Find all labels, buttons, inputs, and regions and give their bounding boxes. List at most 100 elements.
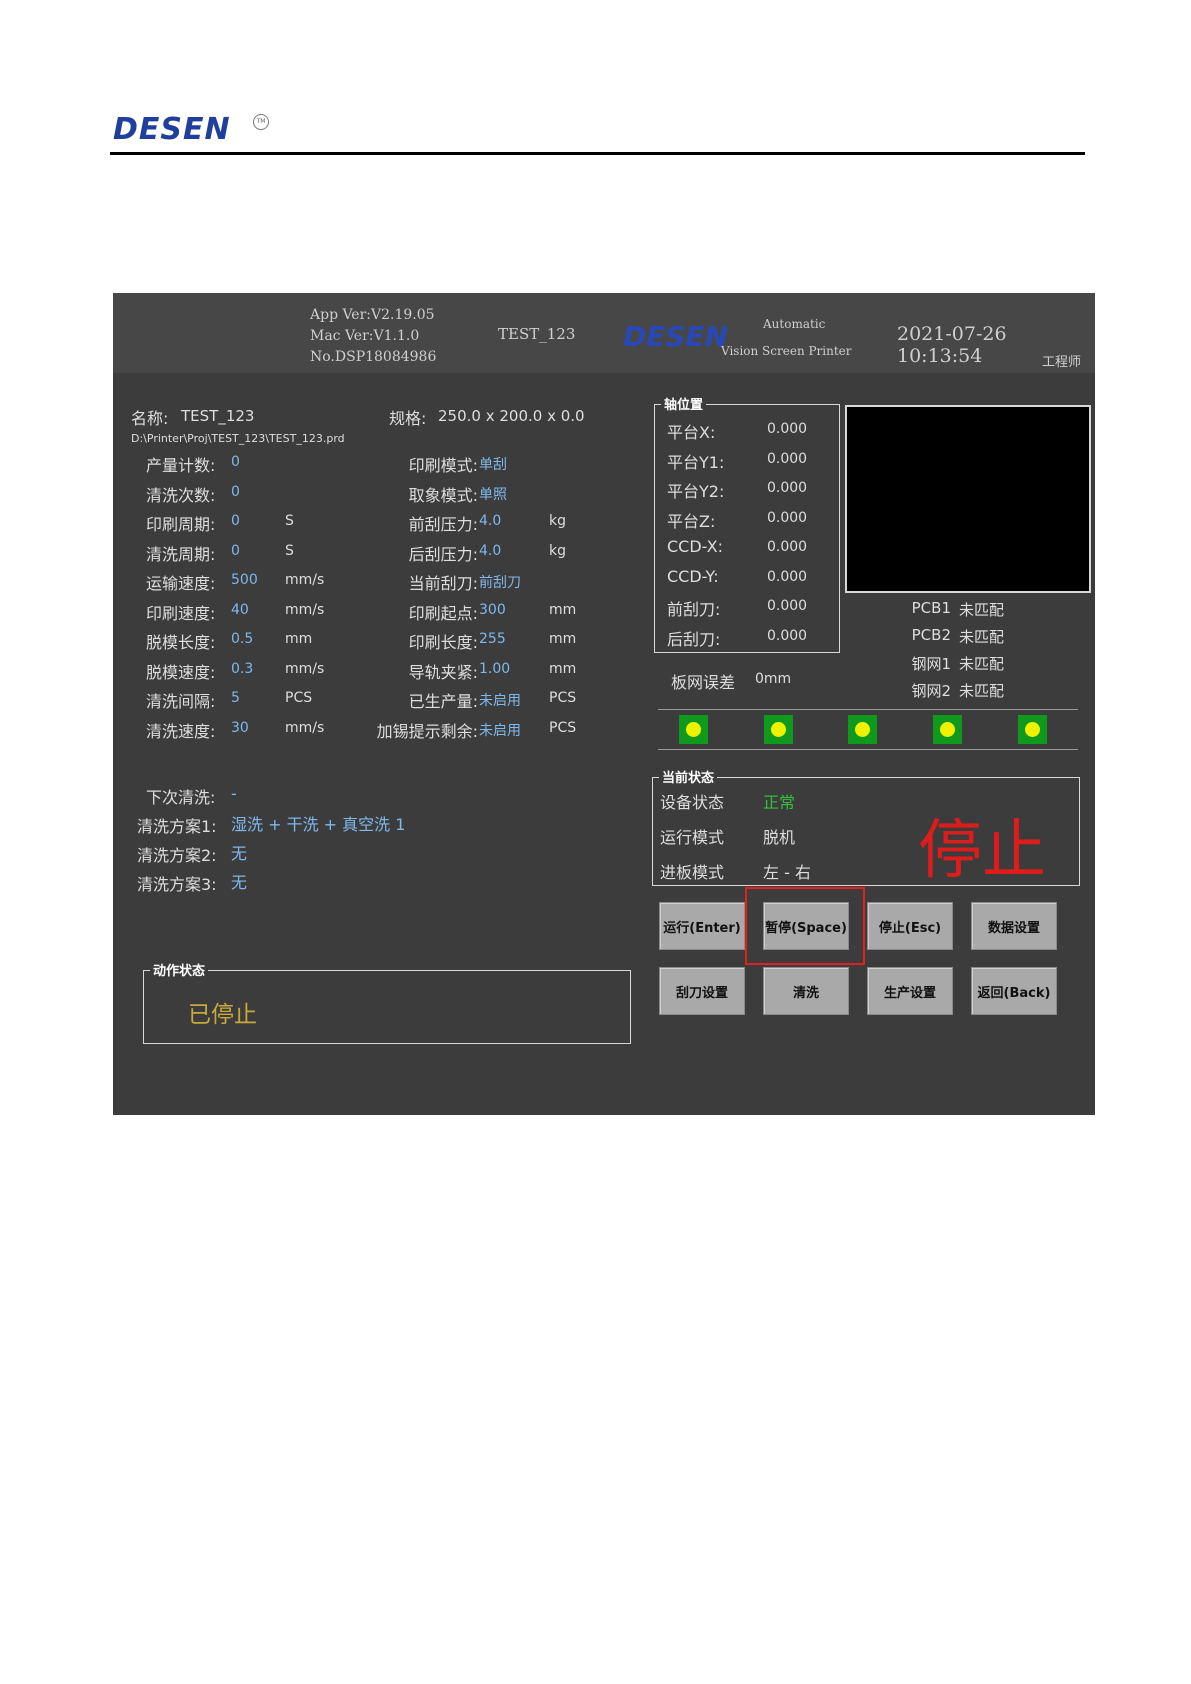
param-right-value: 单刮 (479, 457, 507, 473)
param-right-label: 印刷起点: (408, 603, 478, 623)
param-right-unit: kg (549, 542, 566, 559)
param-right-unit: PCS (549, 690, 577, 706)
data-settings-button[interactable]: 数据设置 (971, 902, 1057, 950)
device-status-label: 设备状态 (660, 793, 725, 812)
axis-value: 0.000 (767, 480, 808, 496)
action-status-value: 已停止 (188, 1002, 257, 1028)
axis-label: 后刮刀: (667, 629, 721, 649)
production-settings-button[interactable]: 生产设置 (867, 967, 953, 1015)
clean-plan-1-value: 湿洗 + 干洗 + 真空洗 1 (231, 815, 406, 834)
param-right-label: 后刮压力: (408, 544, 478, 564)
param-right-value: 前刮刀 (479, 575, 521, 591)
param-left-label: 脱模长度: (146, 633, 216, 652)
match-label: 钢网1 (911, 655, 951, 673)
match-value: 未匹配 (959, 628, 1005, 646)
param-right-value: 单照 (479, 486, 507, 503)
run-button[interactable]: 运行(Enter) (659, 902, 745, 950)
param-left-label: 印刷速度: (146, 603, 216, 623)
machine-state-indicator: 停止 (918, 814, 1046, 888)
param-right-unit: mm (549, 631, 577, 647)
param-left-value: 0 (231, 483, 240, 500)
axis-value: 0.000 (767, 598, 808, 614)
param-left-value: 0 (231, 513, 240, 529)
pause-button-highlight (745, 887, 865, 965)
param-right-value: 4.0 (479, 542, 502, 559)
product-line-2: Vision Screen Printer (721, 344, 852, 358)
param-left-label: 清洗周期: (146, 544, 216, 564)
axis-value: 0.000 (767, 627, 808, 644)
param-left-unit: S (285, 542, 294, 559)
match-value: 未匹配 (959, 682, 1005, 700)
clean-plan-2-value: 无 (231, 844, 248, 863)
device-status-value: 正常 (763, 793, 796, 812)
indicator-led-2 (764, 715, 793, 744)
param-right-unit: mm (549, 601, 577, 618)
param-left-unit: mm (285, 631, 313, 647)
param-left-label: 清洗间隔: (146, 692, 216, 711)
board-error-label: 板网误差 (671, 673, 736, 692)
axis-label: 平台Z: (667, 511, 716, 531)
axis-label: 平台X: (667, 423, 716, 442)
param-right-unit: mm (549, 660, 577, 677)
back-button[interactable]: 返回(Back) (971, 967, 1057, 1015)
param-right-unit: PCS (549, 719, 577, 736)
current-status-title: 当前状态 (659, 767, 718, 786)
header-rule (110, 152, 1085, 155)
run-mode-value: 脱机 (763, 828, 796, 847)
document-logo: DESEN (113, 112, 231, 147)
feed-mode-label: 进板模式 (660, 863, 725, 882)
param-left-value: 5 (231, 690, 240, 706)
param-left-label: 清洗次数: (146, 485, 216, 505)
param-left-value: 40 (231, 601, 249, 618)
param-right-label: 已生产量: (408, 692, 478, 711)
axis-label: CCD-Y: (667, 566, 719, 586)
param-right-label: 取象模式: (408, 485, 478, 505)
project-name-label: 名称: (131, 409, 169, 428)
mac-version: Mac Ver:V1.1.0 (310, 328, 420, 344)
param-right-label: 印刷模式: (408, 456, 478, 475)
param-right-value: 未启用 (479, 693, 521, 709)
camera-view (845, 405, 1091, 593)
match-label: PCB2 (911, 626, 951, 644)
axis-value: 0.000 (767, 450, 808, 467)
param-left-label: 运输速度: (146, 574, 216, 593)
next-clean-label: 下次清洗: (146, 788, 216, 807)
param-right-value: 未启用 (479, 722, 521, 739)
user-role: 工程师 (1041, 355, 1081, 370)
param-right-label: 当前刮刀: (408, 574, 478, 593)
board-error-value: 0mm (755, 671, 792, 687)
param-right-label: 印刷长度: (408, 633, 478, 652)
param-left-unit: PCS (285, 690, 313, 706)
clean-plan-3-label: 清洗方案3: (137, 875, 217, 894)
led-top-rule (658, 709, 1078, 710)
axis-value: 0.000 (767, 568, 808, 585)
param-left-unit: S (285, 513, 294, 529)
axis-position-group: 轴位置 平台X: 0.000 平台Y1: 0.000 平台Y2: 0.000 平台Z: 0.0… (654, 394, 840, 653)
printer-hmi-screen: App Ver:V2.19.05 Mac Ver:V1.1.0 No.DSP18… (113, 293, 1095, 1115)
match-label: 钢网2 (911, 682, 951, 700)
stop-button[interactable]: 停止(Esc) (867, 902, 953, 950)
axis-value: 0.000 (767, 421, 808, 437)
param-left-value: 0 (231, 454, 240, 470)
param-left-value: 500 (231, 572, 258, 588)
param-right-value: 1.00 (479, 660, 511, 677)
param-right-value: 255 (479, 631, 506, 647)
indicator-led-3 (848, 715, 877, 744)
param-left-value: 0 (231, 542, 240, 559)
param-left-label: 印刷周期: (146, 515, 216, 534)
param-left-label: 清洗速度: (146, 721, 216, 741)
param-left-unit: mm/s (285, 719, 325, 736)
action-status-group: 动作状态 已停止 (143, 960, 631, 1044)
param-right-unit: kg (549, 513, 566, 529)
param-left-value: 0.3 (231, 660, 254, 677)
project-path: D:\Printer\Proj\TEST_123\TEST_123.prd (131, 432, 345, 445)
match-value: 未匹配 (959, 655, 1005, 673)
param-left-unit: mm/s (285, 660, 325, 677)
clean-button[interactable]: 清洗 (763, 967, 849, 1015)
clean-plan-3-value: 无 (231, 873, 248, 892)
match-label: PCB1 (911, 599, 951, 617)
squeegee-settings-button[interactable]: 刮刀设置 (659, 967, 745, 1015)
clean-plan-1-label: 清洗方案1: (137, 817, 217, 836)
indicator-led-4 (933, 715, 962, 744)
product-line-1: Automatic (763, 317, 826, 331)
